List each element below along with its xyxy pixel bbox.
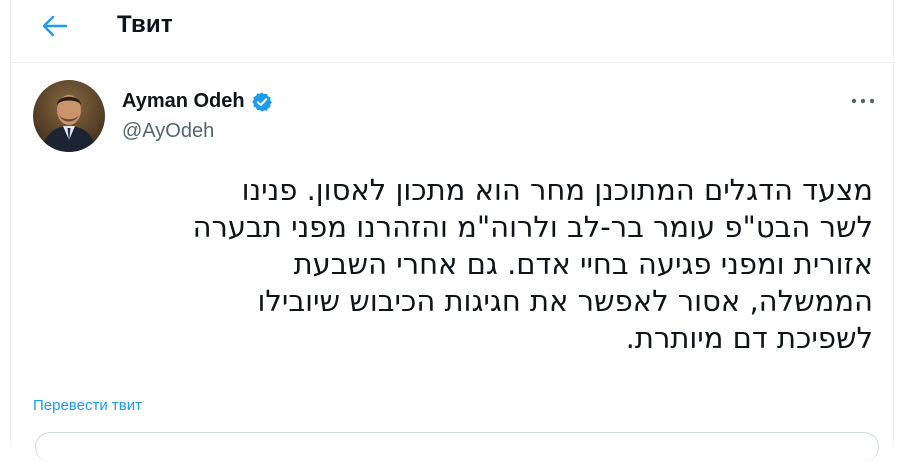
- author-handle[interactable]: @AyOdeh: [122, 120, 214, 143]
- avatar[interactable]: [33, 80, 105, 152]
- page-header: Твит: [11, 0, 895, 53]
- tweet-text: מצעד הדגלים המתוכנן מחר הוא מתכון לאסון.…: [192, 173, 873, 355]
- back-button[interactable]: [37, 8, 73, 44]
- author-name-row[interactable]: Ayman Odeh: [122, 90, 273, 113]
- more-options-icon: [851, 98, 875, 104]
- author-display-name[interactable]: Ayman Odeh: [122, 90, 245, 113]
- quoted-content-box[interactable]: [35, 432, 879, 462]
- verified-badge-icon: [251, 91, 273, 113]
- translate-tweet-link[interactable]: Перевести твит: [33, 397, 142, 414]
- page-title: Твит: [117, 11, 173, 38]
- arrow-left-icon: [42, 15, 68, 37]
- header-divider: [11, 62, 895, 63]
- more-options-button[interactable]: [845, 88, 881, 114]
- tweet-page: Твит Ayman Odeh @AyOdeh מצעד הדגלים המתו…: [10, 0, 895, 462]
